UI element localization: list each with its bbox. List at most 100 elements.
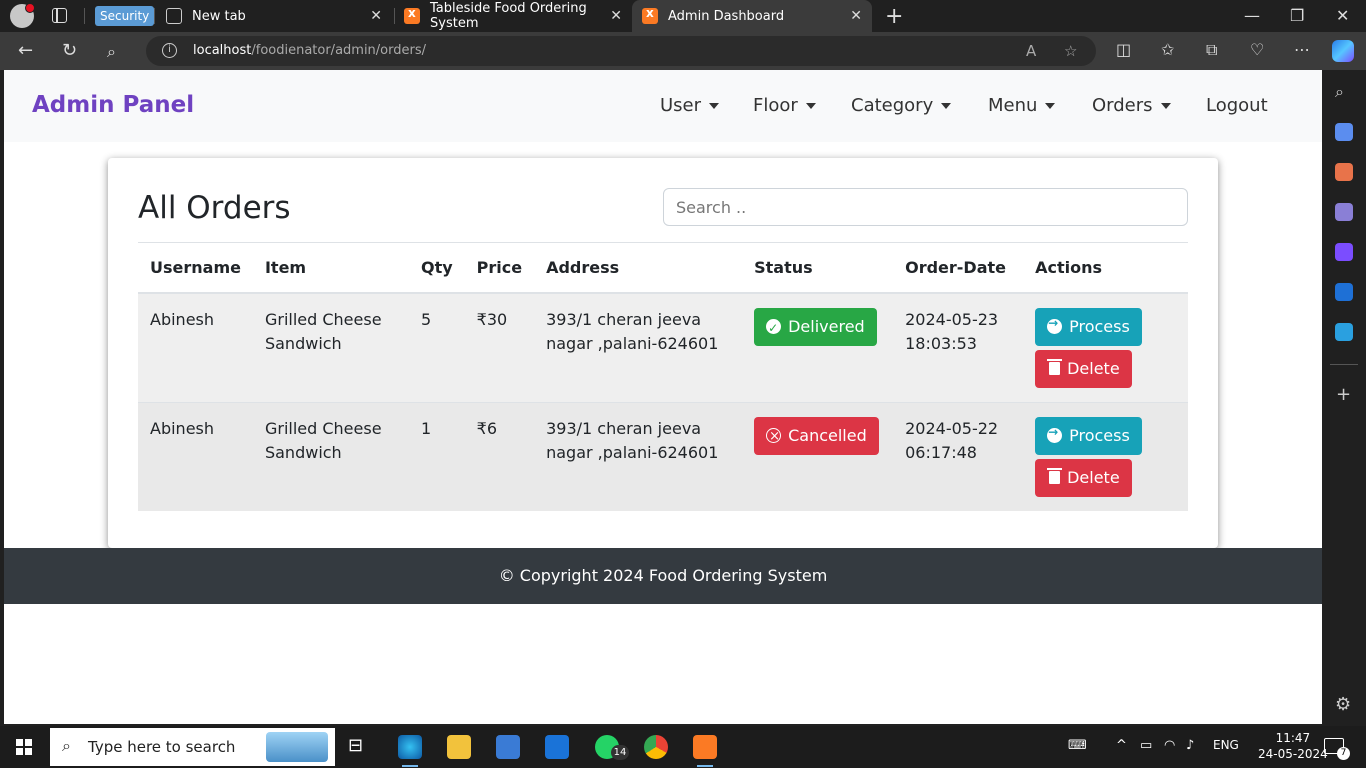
orders-card: All Orders Username Item Qty Price Addre… bbox=[108, 158, 1218, 548]
split-screen-icon[interactable]: ◫ bbox=[1116, 40, 1131, 59]
language-indicator[interactable]: ENG bbox=[1213, 738, 1239, 752]
brand-title[interactable]: Admin Panel bbox=[32, 92, 194, 118]
minimize-icon[interactable]: — bbox=[1244, 6, 1260, 25]
address-toolbar: ← ↻ ⌕ i localhost/foodienator/admin/orde… bbox=[0, 32, 1366, 70]
sidebar-shopping-icon[interactable] bbox=[1335, 123, 1353, 141]
sidebar-search-icon[interactable]: ⌕ bbox=[1335, 82, 1353, 101]
close-window-icon[interactable]: ✕ bbox=[1336, 6, 1349, 25]
caret-down-icon bbox=[1160, 102, 1171, 109]
edge-app-icon[interactable] bbox=[398, 735, 422, 767]
button-label: Delete bbox=[1067, 468, 1120, 487]
volume-icon[interactable]: ♪ bbox=[1186, 738, 1194, 753]
close-tab-icon[interactable]: ✕ bbox=[850, 8, 862, 24]
status-badge: Cancelled bbox=[754, 416, 879, 455]
taskbar-search-box[interactable]: ⌕ Type here to search bbox=[50, 728, 335, 766]
arrow-circle-right-icon bbox=[1047, 316, 1063, 334]
close-tab-icon[interactable]: ✕ bbox=[370, 8, 382, 24]
search-icon[interactable]: ⌕ bbox=[107, 42, 116, 62]
favorites-icon[interactable]: ✩ bbox=[1161, 40, 1174, 59]
process-button[interactable]: Process bbox=[1035, 416, 1142, 455]
orders-table: Username Item Qty Price Address Status O… bbox=[138, 242, 1188, 511]
profile-avatar-icon[interactable] bbox=[10, 3, 35, 28]
button-label: Process bbox=[1069, 317, 1130, 336]
battery-icon[interactable]: ▭ bbox=[1140, 738, 1152, 753]
nav-menu-dropdown[interactable]: Menu bbox=[988, 95, 1056, 116]
nav-label: Orders bbox=[1092, 95, 1153, 116]
search-icon: ⌕ bbox=[62, 736, 71, 755]
arrow-circle-right-icon bbox=[1047, 425, 1063, 443]
sidebar-add-icon[interactable]: + bbox=[1336, 384, 1351, 405]
more-menu-icon[interactable]: ⋯ bbox=[1294, 40, 1310, 59]
mail-icon[interactable] bbox=[545, 735, 569, 759]
cell-username: Abinesh bbox=[138, 401, 253, 511]
table-row: Abinesh Grilled Cheese Sandwich 5 ₹30 39… bbox=[138, 292, 1188, 402]
taskbar-search-placeholder: Type here to search bbox=[88, 738, 236, 756]
nav-label: Floor bbox=[753, 95, 798, 116]
cell-order-date: 2024-05-22 06:17:48 bbox=[893, 401, 1024, 511]
notification-center-icon[interactable]: 7 bbox=[1324, 738, 1350, 760]
refresh-icon[interactable]: ↻ bbox=[62, 40, 77, 61]
sidebar-outlook-icon[interactable] bbox=[1335, 283, 1353, 301]
nav-user-dropdown[interactable]: User bbox=[660, 95, 720, 116]
keyboard-icon[interactable]: ⌨ bbox=[1068, 738, 1087, 753]
sidebar-tools-icon[interactable] bbox=[1335, 163, 1353, 181]
delete-button[interactable]: Delete bbox=[1035, 458, 1132, 497]
site-info-icon[interactable]: i bbox=[162, 43, 177, 58]
col-address: Address bbox=[534, 242, 743, 294]
windows-start-icon[interactable] bbox=[16, 739, 32, 755]
tab-tableside[interactable]: Tableside Food Ordering System ✕ bbox=[394, 0, 632, 32]
search-input[interactable] bbox=[663, 188, 1188, 226]
col-status: Status bbox=[742, 242, 894, 294]
xampp-icon bbox=[642, 6, 658, 24]
tab-title: Admin Dashboard bbox=[668, 8, 785, 24]
sidebar-m365-icon[interactable] bbox=[1335, 243, 1353, 261]
close-tab-icon[interactable]: ✕ bbox=[610, 8, 622, 24]
nav-floor-dropdown[interactable]: Floor bbox=[753, 95, 816, 116]
favorite-star-icon[interactable]: ☆ bbox=[1064, 42, 1077, 60]
process-button[interactable]: Process bbox=[1035, 307, 1142, 346]
tab-separator bbox=[84, 8, 85, 24]
status-text: Cancelled bbox=[788, 425, 867, 445]
tab-actions-icon[interactable] bbox=[52, 8, 67, 23]
nav-label: User bbox=[660, 95, 702, 116]
nav-logout-link[interactable]: Logout bbox=[1206, 95, 1268, 116]
nav-category-dropdown[interactable]: Category bbox=[851, 95, 952, 116]
cell-qty: 1 bbox=[408, 401, 465, 511]
search-highlight-image bbox=[266, 732, 328, 762]
collections-icon[interactable]: ⧉ bbox=[1206, 40, 1217, 60]
cell-item: Grilled Cheese Sandwich bbox=[252, 292, 409, 402]
url-text[interactable]: localhost/foodienator/admin/orders/ bbox=[193, 43, 426, 58]
cell-actions: Process Delete bbox=[1023, 292, 1188, 402]
wifi-icon[interactable]: ◠ bbox=[1164, 738, 1175, 753]
sidebar-divider bbox=[1330, 364, 1358, 365]
copilot-icon[interactable] bbox=[1332, 40, 1354, 62]
nav-orders-dropdown[interactable]: Orders bbox=[1092, 95, 1171, 116]
back-icon[interactable]: ← bbox=[18, 40, 33, 61]
cell-price: ₹6 bbox=[464, 401, 535, 511]
restore-icon[interactable]: ❐ bbox=[1290, 6, 1304, 25]
xampp-icon bbox=[404, 6, 420, 24]
url-field[interactable]: i localhost/foodienator/admin/orders/ A … bbox=[146, 36, 1096, 66]
tab-admin-dashboard[interactable]: Admin Dashboard ✕ bbox=[632, 0, 872, 32]
sidebar-settings-gear-icon[interactable]: ⚙ bbox=[1335, 694, 1351, 715]
new-tab-plus-icon[interactable]: + bbox=[885, 4, 903, 29]
browser-essentials-icon[interactable]: ♡ bbox=[1250, 40, 1264, 59]
xampp-app-icon[interactable] bbox=[693, 735, 717, 767]
delete-button[interactable]: Delete bbox=[1035, 349, 1132, 388]
chrome-icon[interactable] bbox=[644, 735, 668, 759]
ms-store-icon[interactable] bbox=[496, 735, 520, 759]
tab-new-tab[interactable]: New tab ✕ bbox=[156, 0, 392, 32]
status-text: Delivered bbox=[788, 316, 865, 336]
cell-qty: 5 bbox=[408, 292, 465, 402]
system-clock[interactable]: 11:47 24-05-2024 bbox=[1258, 730, 1328, 762]
file-explorer-icon[interactable] bbox=[447, 735, 471, 759]
read-aloud-icon[interactable]: A bbox=[1026, 42, 1036, 60]
show-hidden-icons-chevron-icon[interactable]: ^ bbox=[1116, 738, 1127, 753]
nav-label: Menu bbox=[988, 95, 1038, 116]
order-date: 2024-05-23 bbox=[905, 309, 999, 329]
sidebar-games-icon[interactable] bbox=[1335, 203, 1353, 221]
task-view-icon[interactable]: ⊟ bbox=[348, 735, 372, 759]
status-badge: Delivered bbox=[754, 307, 877, 346]
sidebar-send-icon[interactable] bbox=[1335, 323, 1353, 341]
security-badge[interactable]: Security bbox=[95, 6, 155, 26]
